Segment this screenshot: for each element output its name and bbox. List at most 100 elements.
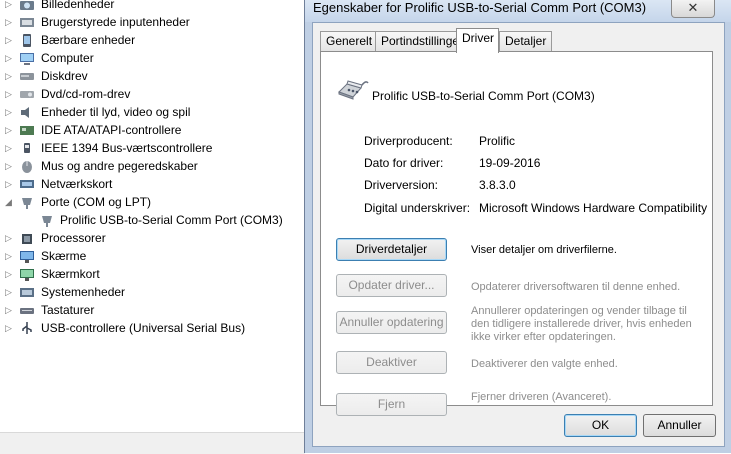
tree-item[interactable]: ▷ Dvd/cd-rom-drev [0,85,305,103]
expand-arrow-icon[interactable]: ▷ [5,31,13,49]
expand-arrow-icon[interactable]: ▷ [5,301,13,319]
tree-item[interactable]: ▷ Computer [0,49,305,67]
date-value: 19-09-2016 [479,156,541,170]
expand-arrow-icon[interactable]: ▷ [5,229,13,247]
cancel-button[interactable]: Annuller [643,414,716,437]
rollback-driver-description: Annullerer opdateringen og vender tilbag… [471,305,692,343]
device-name: Prolific USB-to-Serial Comm Port (COM3) [372,89,595,103]
tree-item-label: Billedenheder [41,0,115,11]
tree-item[interactable]: ▷ Systemenheder [0,283,305,301]
monitor-icon [19,249,35,263]
expand-arrow-icon[interactable]: ▷ [5,103,13,121]
port-icon [19,195,35,209]
properties-dialog: Egenskaber for Prolific USB-to-Serial Co… [304,0,731,453]
processor-icon [19,231,35,245]
dvd-drive-icon [19,87,35,101]
rollback-driver-button[interactable]: Annuller opdatering [336,311,447,334]
tree-item[interactable]: ▷ Netværkskort [0,175,305,193]
expand-arrow-icon[interactable]: ▷ [5,265,13,283]
provider-value: Prolific [479,134,516,148]
camera-icon [19,0,35,11]
tree-item[interactable]: ▷ IEEE 1394 Bus-værtscontrollere [0,139,305,157]
version-label: Driverversion: [364,178,439,192]
tree-item[interactable]: ▷ Mus og andre pegeredskaber [0,157,305,175]
expand-arrow-icon[interactable]: ▷ [5,157,13,175]
expand-arrow-icon[interactable]: ▷ [5,319,13,337]
tree-item-label: Tastaturer [41,303,95,317]
serial-port-device-icon [338,80,369,100]
uninstall-driver-button[interactable]: Fjern [336,393,447,416]
mouse-icon [19,159,35,173]
collapse-arrow-icon[interactable]: ◢ [5,193,13,211]
tree-item-label: Processorer [41,231,106,245]
tree-item-label: IEEE 1394 Bus-værtscontrollere [41,141,213,155]
dialog-titlebar[interactable]: Egenskaber for Prolific USB-to-Serial Co… [305,0,731,22]
firewire-icon [19,141,35,155]
expand-arrow-icon[interactable]: ▷ [5,283,13,301]
expand-arrow-icon[interactable]: ▷ [5,121,13,139]
driver-tab-panel: Prolific USB-to-Serial Comm Port (COM3) … [320,51,713,416]
network-adapter-icon [19,177,35,191]
tree-item-prolific-com3[interactable]: Prolific USB-to-Serial Comm Port (COM3) [0,211,305,229]
disable-device-button[interactable]: Deaktiver [336,351,447,374]
expand-arrow-icon[interactable]: ▷ [5,67,13,85]
ok-button[interactable]: OK [564,414,637,437]
signer-value: Microsoft Windows Hardware Compatibility [479,201,708,215]
tree-item-label: IDE ATA/ATAPI-controllere [41,123,182,137]
dialog-client: Generelt Portindstillinger Driver Detalj… [312,22,725,447]
disable-device-description: Deaktiverer den valgte enhed. [471,358,618,370]
computer-icon [19,51,35,65]
tree-item-label: Prolific USB-to-Serial Comm Port (COM3) [60,213,283,227]
tree-item-label: Dvd/cd-rom-drev [41,87,131,101]
provider-label: Driverproducent: [364,134,453,148]
ide-controller-icon [19,123,35,137]
version-value: 3.8.3.0 [479,178,516,192]
tree-item[interactable]: ▷ Tastaturer [0,301,305,319]
tree-item[interactable]: ▷ USB-controllere (Universal Serial Bus) [0,319,305,337]
tree-item[interactable]: ▷ Bærbare enheder [0,31,305,49]
tree-item[interactable]: ▷ Skærme [0,247,305,265]
tree-item-label: Netværkskort [41,177,113,191]
expand-arrow-icon[interactable]: ▷ [5,13,13,31]
update-driver-description: Opdaterer driversoftwaren til denne enhe… [471,281,681,293]
expand-arrow-icon[interactable]: ▷ [5,175,13,193]
tree-item[interactable]: ◢ Porte (COM og LPT) [0,193,305,211]
uninstall-driver-description: Fjerner driveren (Avanceret). [471,391,612,403]
tree-item[interactable]: ▷ Brugerstyrede inputenheder [0,13,305,31]
date-label: Dato for driver: [364,156,444,170]
disk-drive-icon [19,69,35,83]
tree-item[interactable]: ▷ IDE ATA/ATAPI-controllere [0,121,305,139]
tree-item[interactable]: ▷ Enheder til lyd, video og spil [0,103,305,121]
tree-item-label: Skærmkort [41,267,100,281]
serial-port-icon [39,213,55,227]
expand-arrow-icon[interactable]: ▷ [5,49,13,67]
tree-item-label: Bærbare enheder [41,33,136,47]
tree-item-label: Porte (COM og LPT) [41,195,152,209]
tree-item-label: Brugerstyrede inputenheder [41,15,190,29]
expand-arrow-icon[interactable]: ▷ [5,85,13,103]
tree-item-label: Mus og andre pegeredskaber [41,159,198,173]
signer-label: Digital underskriver: [364,201,471,215]
tree-item-label: Skærme [41,249,87,263]
tree-item[interactable]: ▷ Diskdrev [0,67,305,85]
tab-port-settings[interactable]: Portindstillinger [375,31,470,51]
tab-driver[interactable]: Driver [456,28,499,53]
expand-arrow-icon[interactable]: ▷ [5,0,13,13]
driver-details-button[interactable]: Driverdetaljer [336,238,447,261]
tree-item-label: Enheder til lyd, video og spil [41,105,191,119]
speaker-icon [19,105,35,119]
tree-item[interactable]: ▷ Billedenheder [0,0,305,13]
portable-device-icon [19,33,35,47]
display-adapter-icon [19,267,35,281]
update-driver-button[interactable]: Opdater driver... [336,274,447,297]
expand-arrow-icon[interactable]: ▷ [5,247,13,265]
close-button[interactable]: ✕ [671,0,715,18]
expand-arrow-icon[interactable]: ▷ [5,139,13,157]
tree-item[interactable]: ▷ Skærmkort [0,265,305,283]
tab-details[interactable]: Detaljer [499,31,553,51]
hid-icon [19,15,35,29]
tab-general[interactable]: Generelt [320,31,379,51]
tree-item[interactable]: ▷ Processorer [0,229,305,247]
tree-item-label: Computer [41,51,94,65]
tree-item-label: Systemenheder [41,285,126,299]
